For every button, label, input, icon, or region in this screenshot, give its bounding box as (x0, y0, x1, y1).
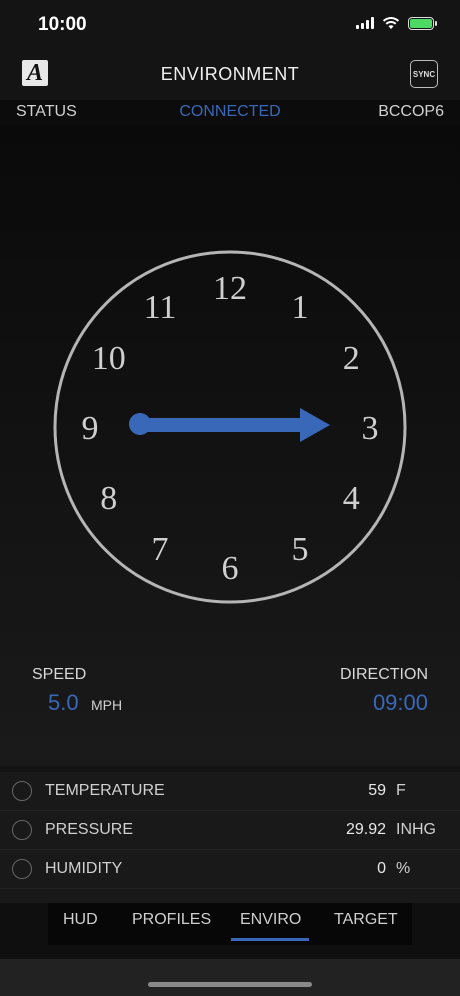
device-name: BCCOP6 (378, 103, 444, 120)
dial-number: 7 (152, 531, 169, 568)
direction-value[interactable]: 09:00 (373, 690, 428, 716)
env-name: HUMIDITY (45, 860, 123, 877)
dial-number: 3 (362, 410, 379, 447)
env-value[interactable]: 29.92 (346, 821, 386, 839)
active-tab-indicator (231, 938, 309, 941)
radio-button[interactable] (12, 820, 32, 840)
radio-button[interactable] (12, 781, 32, 801)
cellular-signal-icon (356, 17, 374, 29)
dial-number: 5 (292, 531, 309, 568)
environment-list: TEMPERATURE 59 F PRESSURE 29.92 INHG HUM… (0, 772, 460, 889)
env-name: TEMPERATURE (45, 782, 165, 799)
arrow-shaft (140, 418, 306, 432)
home-area (0, 959, 460, 996)
env-row-temperature[interactable]: TEMPERATURE 59 F (0, 772, 460, 811)
env-row-humidity[interactable]: HUMIDITY 0 % (0, 850, 460, 889)
status-time: 10:00 (38, 14, 87, 35)
env-unit: % (396, 860, 411, 877)
radio-button[interactable] (12, 859, 32, 879)
page-title: ENVIRONMENT (160, 64, 300, 84)
tab-bar: HUD PROFILES ENVIRO TARGET (0, 903, 460, 959)
dial-number: 8 (100, 480, 117, 517)
nav-bar: A ENVIRONMENT SYNC (0, 48, 460, 100)
list-footer (0, 889, 460, 903)
env-name: PRESSURE (45, 821, 134, 838)
home-indicator[interactable] (148, 982, 312, 987)
tab-enviro[interactable]: ENVIRO (240, 911, 301, 929)
direction-label: DIRECTION (340, 666, 428, 683)
connection-row: STATUS CONNECTED BCCOP6 (0, 100, 460, 126)
env-unit: INHG (396, 821, 436, 838)
status-bar: 10:00 (0, 0, 460, 48)
dial-number: 6 (222, 550, 239, 587)
dial-number: 10 (92, 340, 126, 377)
status-icons (356, 16, 437, 30)
dial-number: 12 (213, 270, 247, 307)
speed-label: SPEED (32, 666, 87, 683)
dial-number: 1 (292, 289, 309, 326)
tab-hud[interactable]: HUD (63, 911, 98, 929)
dial-number: 2 (343, 340, 360, 377)
wifi-icon (382, 17, 400, 29)
env-value[interactable]: 59 (368, 782, 386, 800)
dial-number: 4 (343, 480, 360, 517)
tab-target[interactable]: TARGET (334, 911, 398, 929)
sync-button[interactable]: SYNC (410, 60, 438, 88)
dial-number: 11 (144, 289, 177, 326)
speed-value[interactable]: 5.0 (48, 690, 79, 716)
env-unit: F (396, 782, 406, 799)
wind-direction-dial[interactable]: 121234567891011 (0, 126, 460, 646)
tab-profiles[interactable]: PROFILES (132, 911, 211, 929)
arrow-head (300, 408, 330, 442)
env-row-pressure[interactable]: PRESSURE 29.92 INHG (0, 811, 460, 850)
battery-icon (408, 16, 437, 30)
env-value[interactable]: 0 (377, 860, 386, 878)
wind-direction-arrow[interactable] (129, 408, 330, 442)
speed-unit: MPH (91, 697, 123, 713)
dial-number: 9 (82, 410, 99, 447)
